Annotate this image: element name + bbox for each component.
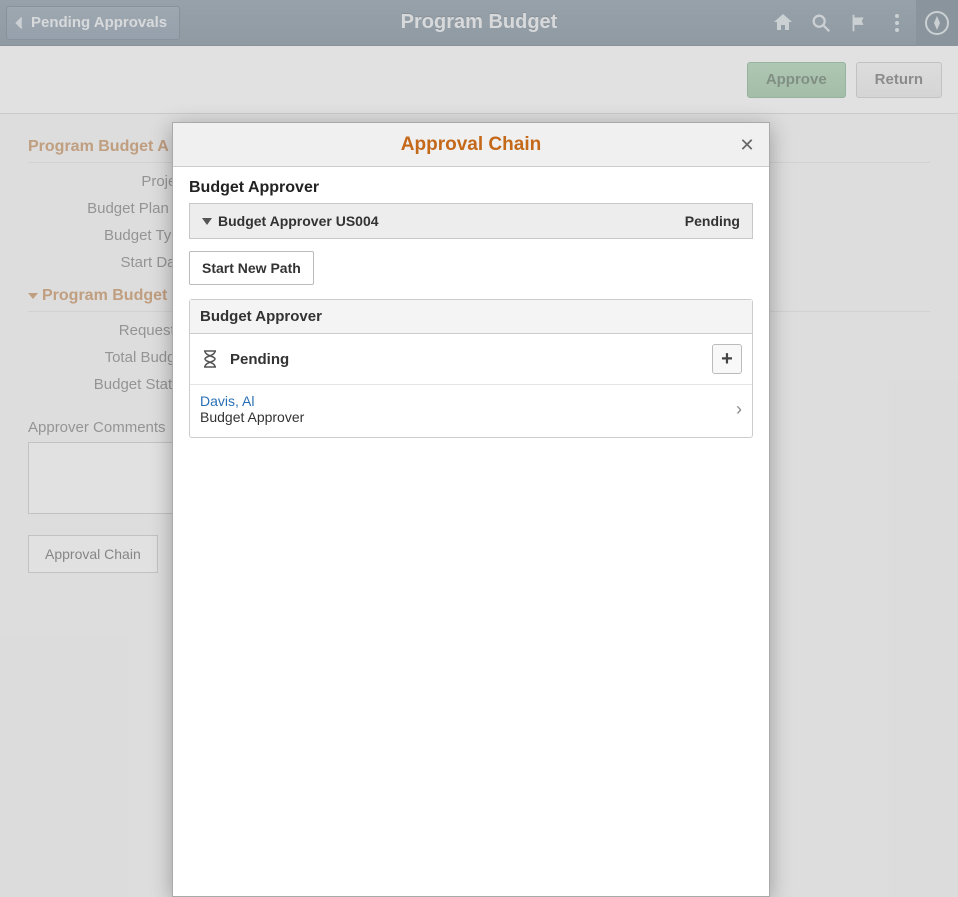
modal-header: Approval Chain ✕ xyxy=(173,123,769,167)
budget-approver-row-status: Pending xyxy=(685,213,740,229)
budget-approver-row-label: Budget Approver US004 xyxy=(218,213,379,229)
approver-panel-header: Budget Approver xyxy=(190,300,752,334)
budget-approver-row[interactable]: Budget Approver US004 Pending xyxy=(189,203,753,239)
pending-label: Pending xyxy=(230,351,712,368)
approver-info: Davis, Al Budget Approver xyxy=(200,393,736,425)
chevron-right-icon: › xyxy=(736,399,742,420)
add-approver-button[interactable]: + xyxy=(712,344,742,374)
hourglass-icon xyxy=(200,349,220,369)
start-new-path-button[interactable]: Start New Path xyxy=(189,251,314,285)
budget-approver-heading: Budget Approver xyxy=(189,179,753,197)
caret-down-icon xyxy=(202,218,212,225)
modal-title: Approval Chain xyxy=(401,134,541,156)
approver-role: Budget Approver xyxy=(200,409,736,425)
approver-panel: Budget Approver Pending + Davis, Al Budg… xyxy=(189,299,753,438)
approval-chain-modal: Approval Chain ✕ Budget Approver Budget … xyxy=(172,122,770,897)
approver-name: Davis, Al xyxy=(200,393,736,409)
modal-body: Budget Approver Budget Approver US004 Pe… xyxy=(173,167,769,896)
close-icon[interactable]: ✕ xyxy=(735,133,759,157)
pending-row: Pending + xyxy=(190,334,752,385)
approver-item[interactable]: Davis, Al Budget Approver › xyxy=(190,385,752,437)
